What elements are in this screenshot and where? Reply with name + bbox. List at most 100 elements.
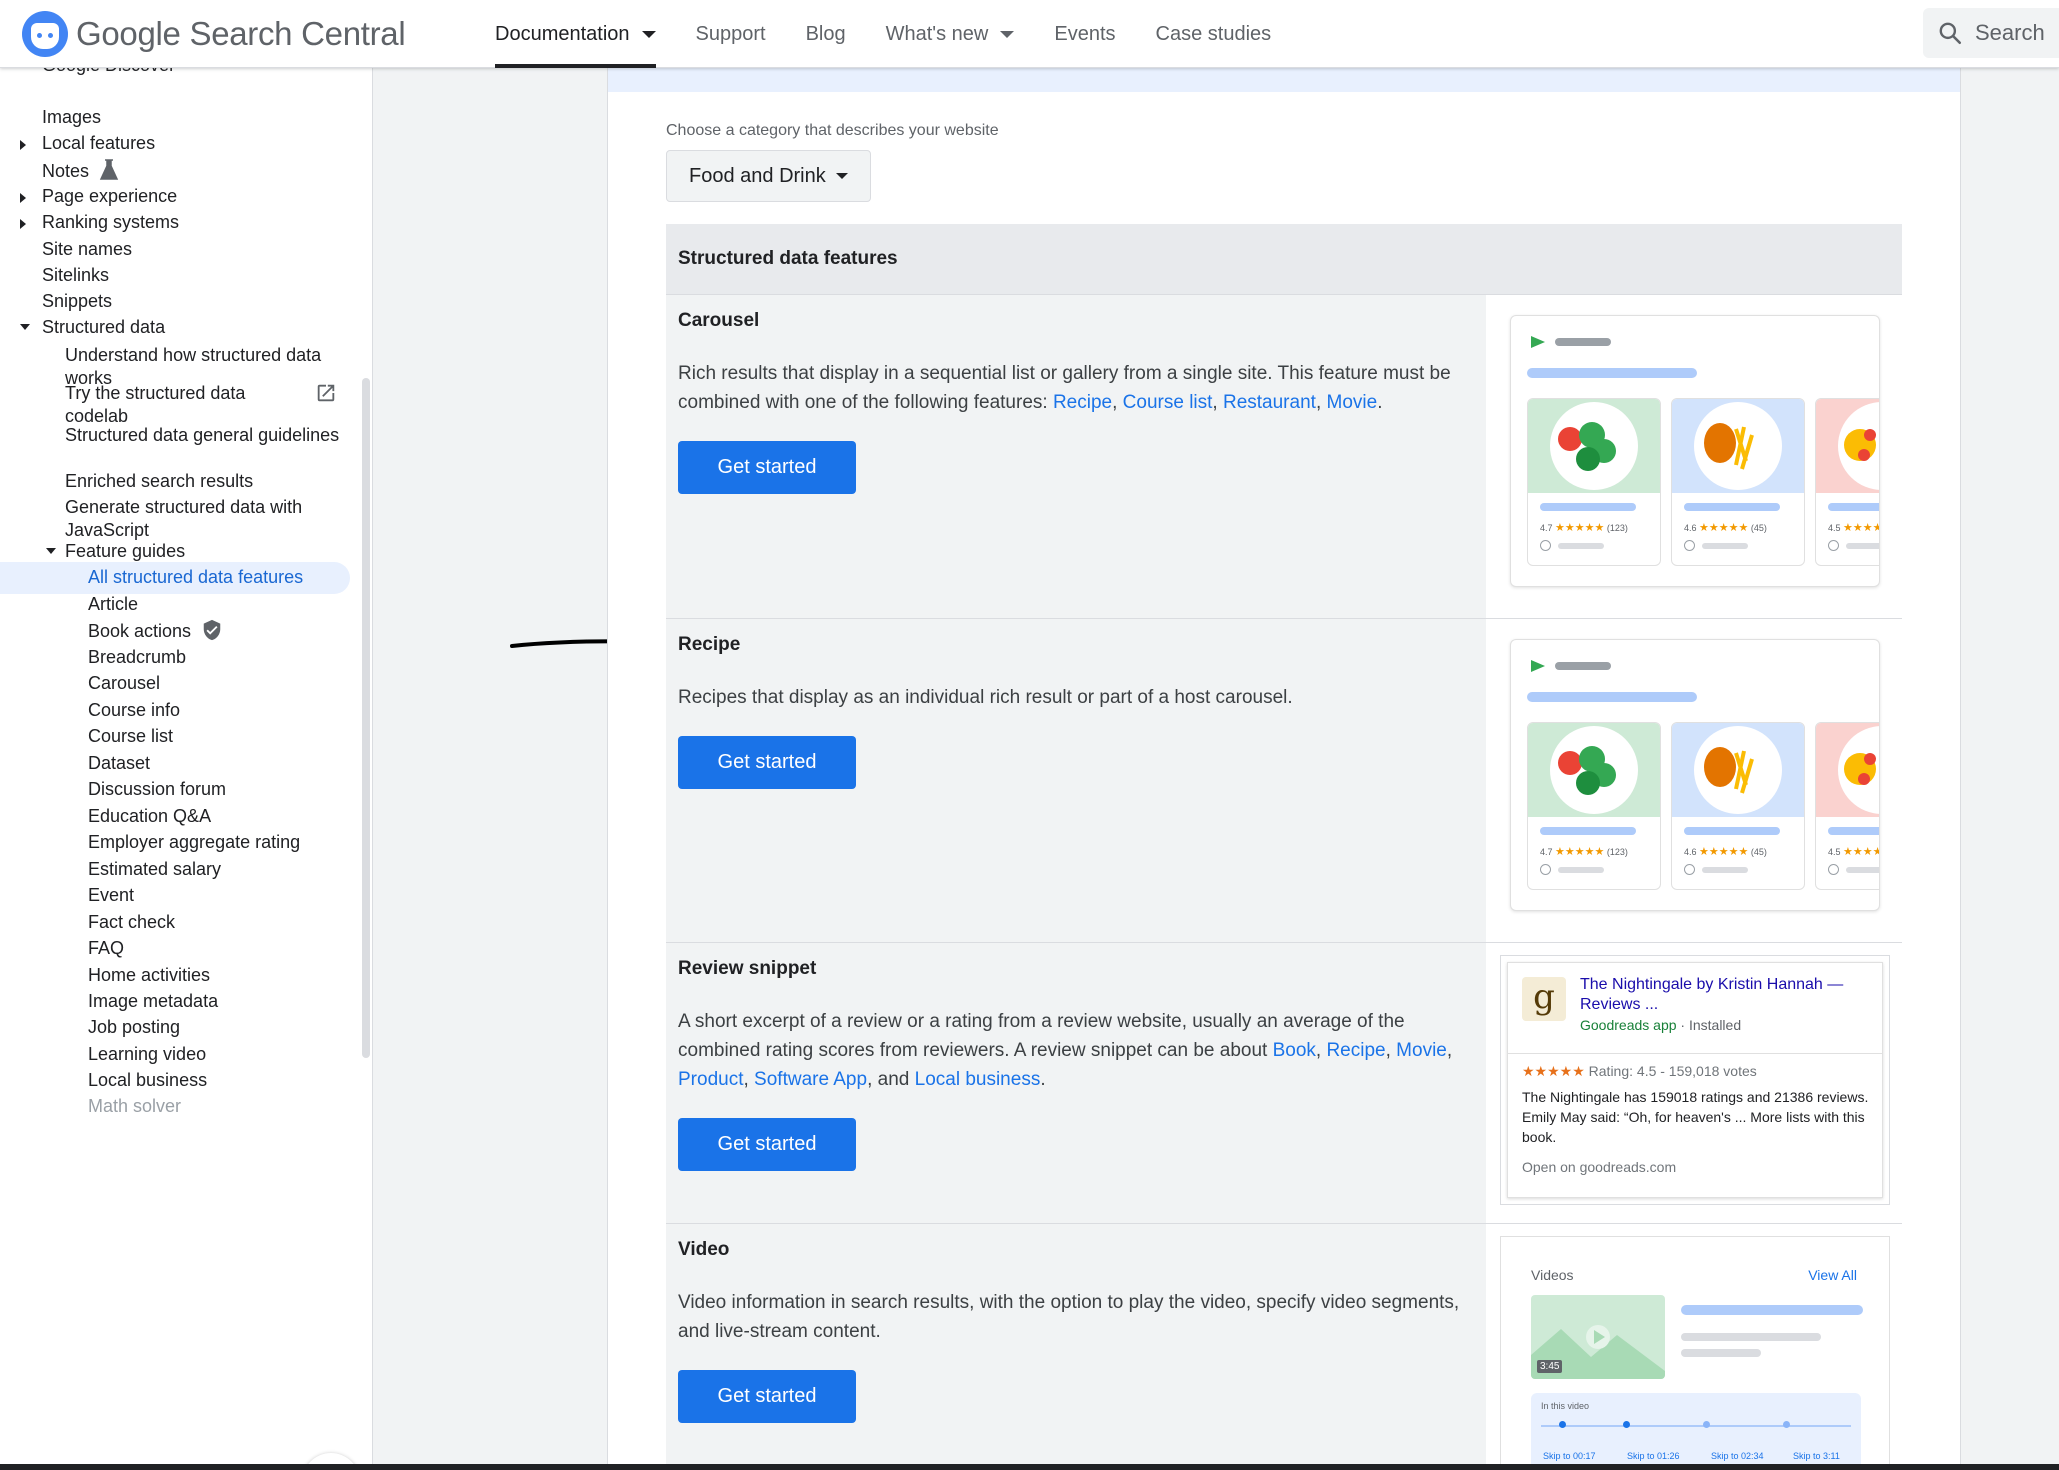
nav-case-studies[interactable]: Case studies — [1136, 0, 1292, 68]
nav-documentation[interactable]: Documentation — [475, 0, 676, 68]
sidebar-item-image-metadata[interactable]: Image metadata — [88, 990, 218, 1013]
recipe-card: 4.5 ★★★★★ — [1815, 398, 1879, 566]
sidebar-item-course-list[interactable]: Course list — [88, 725, 173, 748]
sidebar-item-education-q-a[interactable]: Education Q&A — [88, 805, 211, 828]
goodreads-logo-icon: g — [1522, 977, 1566, 1021]
sidebar-item-notes[interactable]: Notes — [42, 159, 119, 187]
nav-events[interactable]: Events — [1034, 0, 1135, 68]
content-card: Choose a category that describes your we… — [607, 68, 1961, 1470]
sidebar-item-snippets[interactable]: Snippets — [42, 290, 112, 313]
nav-whats-new[interactable]: What's new — [866, 0, 1035, 68]
feature-preview: 4.7 ★★★★★ (123) 4.6 ★★★★★ (45) 4.5 ★★★★★ — [1486, 295, 1902, 618]
link-product[interactable]: Product — [678, 1069, 743, 1090]
sidebar-item-label: All structured data features — [88, 567, 304, 587]
link-course-list[interactable]: Course list — [1123, 392, 1213, 413]
sidebar-item-label: Try the structured data codelab — [65, 383, 246, 426]
recipe-card: 4.7 ★★★★★ (123) — [1527, 398, 1661, 566]
clock-icon — [1540, 864, 1551, 875]
sidebar-item-label: Discussion forum — [88, 779, 227, 799]
sidebar-item-fact-check[interactable]: Fact check — [88, 911, 175, 934]
sidebar-item-google-discover[interactable]: Google Discover — [42, 68, 175, 77]
sidebar-item-course-info[interactable]: Course info — [88, 699, 180, 722]
sidebar-item-structured-data-general-guidelines[interactable]: Structured data general guidelines — [65, 424, 345, 447]
sidebar-item-structured-data[interactable]: Structured data — [42, 316, 165, 339]
installed-text: · Installed — [1680, 1017, 1742, 1033]
feature-preview: g The Nightingale by Kristin Hannah — Re… — [1486, 943, 1902, 1223]
site-logo[interactable]: Google Search Central — [22, 11, 406, 57]
clock-icon — [1540, 540, 1551, 551]
get-started-button[interactable]: Get started — [678, 441, 856, 494]
result-rating: ★★★★★ Rating: 4.5 - 159,018 votes — [1522, 1063, 1757, 1080]
sidebar-item-site-names[interactable]: Site names — [42, 238, 132, 261]
get-started-button[interactable]: Get started — [678, 1118, 856, 1171]
star-rating-icon: ★★★★★ — [1522, 1063, 1585, 1079]
link-recipe[interactable]: Recipe — [1326, 1040, 1385, 1061]
sidebar-item-employer-aggregate-rating[interactable]: Employer aggregate rating — [88, 831, 300, 854]
sidebar-item-page-experience[interactable]: Page experience — [42, 185, 177, 208]
review-snippet-preview: g The Nightingale by Kristin Hannah — Re… — [1500, 955, 1890, 1205]
sidebar-item-generate-structured-data-with-javascript[interactable]: Generate structured data with JavaScript — [65, 496, 345, 542]
sidebar-item-math-solver[interactable]: Math solver — [88, 1095, 181, 1118]
sidebar-item-feature-guides[interactable]: Feature guides — [65, 540, 185, 563]
link-recipe[interactable]: Recipe — [1053, 392, 1112, 413]
sidebar-item-faq[interactable]: FAQ — [88, 937, 124, 960]
sidebar-item-job-posting[interactable]: Job posting — [88, 1016, 180, 1039]
sidebar-item-all-structured-data-features[interactable]: All structured data features — [88, 566, 303, 589]
external-link-icon[interactable] — [315, 382, 337, 410]
sidebar-item-label: Local features — [42, 133, 156, 153]
sidebar-item-label: Job posting — [88, 1017, 181, 1037]
recipe-card: 4.6 ★★★★★ (45) — [1671, 398, 1805, 566]
videos-label: Videos — [1531, 1267, 1574, 1283]
sidebar-item-local-features[interactable]: Local features — [42, 132, 155, 155]
feature-title: Video — [678, 1239, 730, 1260]
link-local-business[interactable]: Local business — [915, 1069, 1041, 1090]
expand-more-icon[interactable] — [20, 140, 26, 150]
expand-more-icon[interactable] — [20, 219, 26, 229]
sidebar-item-try-the-structured-data-codelab[interactable]: Try the structured data codelab — [65, 382, 335, 428]
sidebar-item-discussion-forum[interactable]: Discussion forum — [88, 778, 226, 801]
result-title: The Nightingale by Kristin Hannah — Revi… — [1580, 976, 1844, 1013]
sidebar-item-home-activities[interactable]: Home activities — [88, 964, 210, 987]
expand-less-icon[interactable] — [46, 548, 56, 554]
category-select[interactable]: Food and Drink — [666, 150, 871, 202]
sidebar-item-local-business[interactable]: Local business — [88, 1069, 207, 1092]
feature-row-recipe: Recipe Recipes that display as an indivi… — [666, 618, 1902, 942]
get-started-button[interactable]: Get started — [678, 736, 856, 789]
sidebar-item-label: Math solver — [88, 1096, 182, 1116]
link-movie[interactable]: Movie — [1327, 392, 1378, 413]
sidebar-item-dataset[interactable]: Dataset — [88, 752, 150, 775]
app-name: Goodreads app — [1580, 1017, 1677, 1033]
sidebar-item-label: Structured data general guidelines — [65, 425, 340, 445]
expand-more-icon[interactable] — [20, 193, 26, 203]
sidebar-item-label: FAQ — [88, 938, 125, 958]
sidebar-item-sitelinks[interactable]: Sitelinks — [42, 264, 109, 287]
sidebar-item-carousel[interactable]: Carousel — [88, 672, 160, 695]
nav-support[interactable]: Support — [676, 0, 786, 68]
sidebar-item-article[interactable]: Article — [88, 593, 138, 616]
sidebar-scrollbar[interactable] — [362, 378, 370, 1058]
search-input[interactable]: Search — [1923, 8, 2059, 58]
sidebar-item-enriched-search-results[interactable]: Enriched search results — [65, 470, 253, 493]
sidebar-item-breadcrumb[interactable]: Breadcrumb — [88, 646, 186, 669]
link-restaurant[interactable]: Restaurant — [1223, 392, 1316, 413]
sidebar-item-estimated-salary[interactable]: Estimated salary — [88, 858, 221, 881]
left-nav: Google Discover Images Local features Note… — [0, 68, 373, 1470]
link-movie[interactable]: Movie — [1396, 1040, 1447, 1061]
sidebar-item-event[interactable]: Event — [88, 884, 134, 907]
expand-less-icon[interactable] — [20, 324, 30, 330]
star-rating-icon: ★★★★★ — [1699, 846, 1749, 858]
link-software-app[interactable]: Software App — [754, 1069, 867, 1090]
sidebar-item-images[interactable]: Images — [42, 106, 101, 129]
nav-blog[interactable]: Blog — [786, 0, 866, 68]
sidebar-item-book-actions[interactable]: Book actions — [88, 619, 223, 647]
sidebar-item-ranking-systems[interactable]: Ranking systems — [42, 211, 179, 234]
get-started-button[interactable]: Get started — [678, 1370, 856, 1423]
result-snippet: The Nightingale has 159018 ratings and 2… — [1522, 1089, 1869, 1145]
rating-text: Rating: 4.5 - 159,018 votes — [1588, 1063, 1757, 1079]
sidebar-item-learning-video[interactable]: Learning video — [88, 1043, 206, 1066]
sidebar-item-label: Education Q&A — [88, 806, 212, 826]
link-book[interactable]: Book — [1273, 1040, 1316, 1061]
result-open-link: Open on goodreads.com — [1522, 1159, 1677, 1175]
key-moments: In this video Skip to 00:17 Skip to 01:2… — [1531, 1393, 1861, 1470]
sidebar-item-label: Ranking systems — [42, 212, 180, 232]
